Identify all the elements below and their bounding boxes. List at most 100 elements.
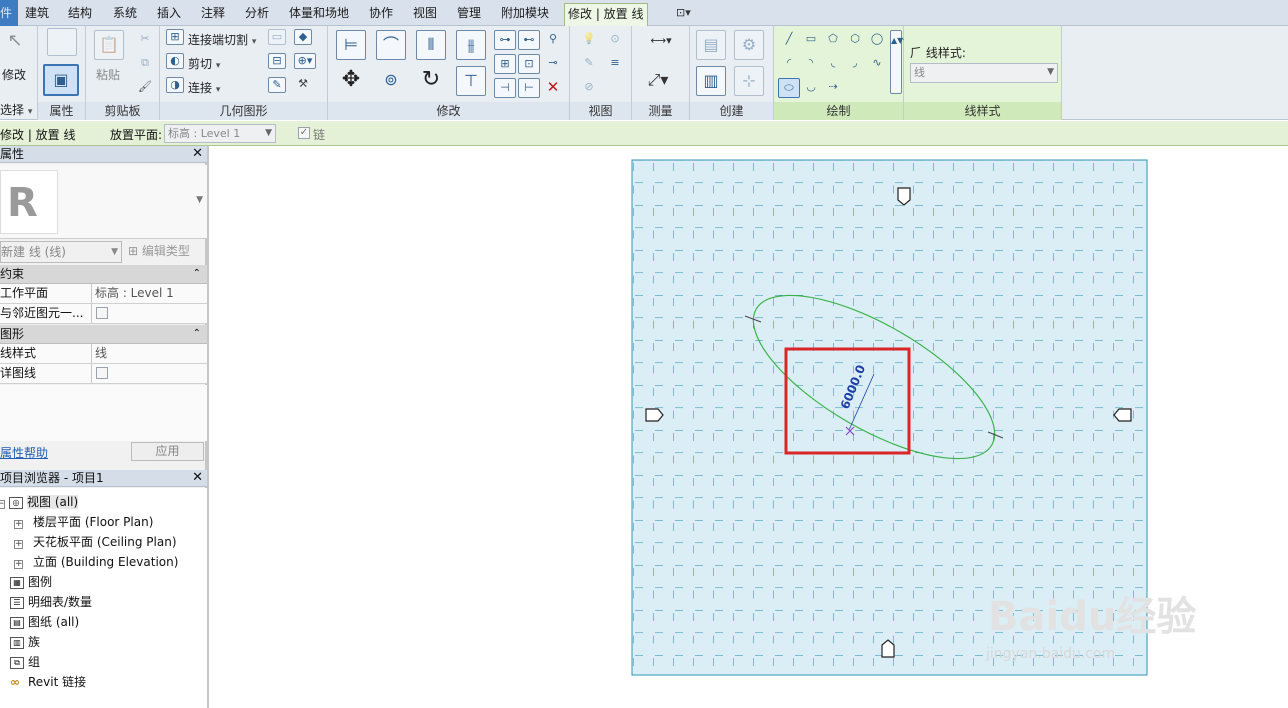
tab-annotate[interactable]: 注释 xyxy=(201,0,225,26)
expand-icon[interactable]: + xyxy=(14,520,23,529)
select-dropdown[interactable]: 选择 ▾ xyxy=(0,101,32,118)
join-geometry-button[interactable]: 连接 ▾ xyxy=(188,79,220,96)
start-end-arc-icon[interactable]: ◜ xyxy=(778,54,800,74)
prop-row[interactable]: 线样式线 xyxy=(0,344,207,364)
split-gap-icon[interactable]: ⊷ xyxy=(518,30,540,50)
center-ends-arc-icon[interactable]: ◝ xyxy=(800,54,822,74)
modify-label[interactable]: 修改 xyxy=(2,66,26,83)
tab-collaborate[interactable]: 协作 xyxy=(369,0,393,26)
tab-view[interactable]: 视图 xyxy=(413,0,437,26)
paste-icon[interactable]: 📋 xyxy=(94,30,124,60)
join-cut-icon[interactable]: ⊞ xyxy=(166,29,184,45)
unpin-icon[interactable]: ⊸ xyxy=(542,54,564,74)
prop-checkbox[interactable] xyxy=(96,367,108,379)
move-icon[interactable]: ✥ xyxy=(336,66,366,96)
tree-item-revit-links[interactable]: ∞ Revit 链接 xyxy=(10,672,217,692)
delete-icon[interactable]: ✕ xyxy=(542,78,564,98)
cut-icon[interactable]: ✂ xyxy=(134,30,156,50)
pin-icon[interactable]: ⚲ xyxy=(542,30,564,50)
group-constraints[interactable]: 约束 ⌃ xyxy=(0,265,207,284)
inscribed-polygon-icon[interactable]: ⬠ xyxy=(822,30,844,50)
expand-icon[interactable]: + xyxy=(14,560,23,569)
trim-extend-icon[interactable]: ⊤ xyxy=(456,66,486,96)
copy-icon[interactable]: ⧉ xyxy=(134,54,156,74)
tab-insert[interactable]: 插入 xyxy=(157,0,181,26)
tree-item-floor-plan[interactable]: + 楼层平面 (Floor Plan) xyxy=(14,512,221,532)
tab-architecture[interactable]: 建筑 xyxy=(25,0,49,26)
tab-massing-site[interactable]: 体量和场地 xyxy=(289,0,349,26)
contextual-dropdown[interactable]: ⊡▾ xyxy=(676,6,691,19)
type-dropdown-icon[interactable]: ▼ xyxy=(196,195,203,205)
cube-icon[interactable]: ◆ xyxy=(294,29,312,45)
aligned-dimension-icon[interactable]: ⤢▾ xyxy=(638,66,678,96)
create-assembly-icon[interactable]: ▤ xyxy=(696,30,726,60)
tree-item-elevation[interactable]: + 立面 (Building Elevation) xyxy=(14,552,221,572)
mirror-draw-icon[interactable]: ⫵ xyxy=(456,30,486,60)
tree-item-legends[interactable]: ▦ 图例 xyxy=(10,572,217,592)
linework-icon[interactable]: ≡ xyxy=(604,54,626,74)
tree-item-groups[interactable]: ⧉ 组 xyxy=(10,652,217,672)
type-selector[interactable]: 新建 线 (线) ▼ xyxy=(0,241,122,263)
tab-modify-place-line[interactable]: 修改 | 放置 线 xyxy=(564,3,648,26)
line-tool-icon[interactable]: ╱ xyxy=(778,30,800,50)
create-similar-icon[interactable]: ⊹ xyxy=(734,66,764,96)
trim-single-icon[interactable]: ⊢ xyxy=(518,78,540,98)
view-filter-icon[interactable]: ⊘ xyxy=(578,78,600,98)
cut-geometry-button[interactable]: 剪切 ▾ xyxy=(188,55,220,72)
collapse-icon[interactable]: − xyxy=(0,500,5,509)
scale-icon[interactable]: ⊡ xyxy=(518,54,540,74)
group-graphics[interactable]: 图形 ⌃ xyxy=(0,325,207,344)
collapse-icon[interactable]: ⌃ xyxy=(193,325,201,343)
pick-lines-icon[interactable]: ⇢ xyxy=(822,78,844,98)
demolish-icon[interactable]: ✎ xyxy=(268,77,286,93)
join-geometry-icon[interactable]: ◑ xyxy=(166,77,184,93)
tab-systems[interactable]: 系统 xyxy=(113,0,137,26)
override-graphics-icon[interactable]: ✎ xyxy=(578,54,600,74)
paste-label[interactable]: 粘贴 xyxy=(96,66,120,83)
offset-icon[interactable]: ⌒ xyxy=(376,30,406,60)
mirror-axis-icon[interactable]: ⫴ xyxy=(416,30,446,60)
paint-icon[interactable]: ⊕▾ xyxy=(294,53,316,69)
rectangle-tool-icon[interactable]: ▭ xyxy=(800,30,822,50)
split-face-icon[interactable]: ⊟ xyxy=(268,53,286,69)
tree-item-views[interactable]: − ◎ 视图 (all) xyxy=(0,492,207,512)
type-properties-icon[interactable] xyxy=(47,28,77,56)
properties-icon[interactable]: ▣ xyxy=(43,64,79,96)
type-preview[interactable]: R ▼ xyxy=(0,165,207,239)
create-group-icon[interactable]: ⚙ xyxy=(734,30,764,60)
circle-tool-icon[interactable]: ◯ xyxy=(866,30,888,50)
array-icon[interactable]: ⊞ xyxy=(494,54,516,74)
fillet-arc-icon[interactable]: ◞ xyxy=(844,54,866,74)
properties-help-link[interactable]: 属性帮助 xyxy=(0,444,48,461)
close-icon[interactable]: ✕ xyxy=(192,146,203,162)
circumscribed-polygon-icon[interactable]: ⬡ xyxy=(844,30,866,50)
hide-element-icon[interactable]: ⊙ xyxy=(604,30,626,50)
tab-structure[interactable]: 结构 xyxy=(68,0,92,26)
collapse-icon[interactable]: ⌃ xyxy=(193,265,201,283)
join-cut-button[interactable]: 连接端切割 ▾ xyxy=(188,31,256,48)
trim-multiple-icon[interactable]: ⊣ xyxy=(494,78,516,98)
expand-icon[interactable]: + xyxy=(14,540,23,549)
cut-geometry-icon[interactable]: ◐ xyxy=(166,53,184,69)
cursor-icon[interactable]: ↖ xyxy=(4,32,26,52)
tab-file[interactable]: 件 xyxy=(0,0,18,26)
copy-element-icon[interactable]: ⊚ xyxy=(376,66,406,96)
lightbulb-icon[interactable]: 💡 xyxy=(578,30,600,50)
apply-button[interactable]: 应用 xyxy=(131,442,204,461)
placement-plane-select[interactable]: 标高 : Level 1 ▼ xyxy=(164,124,276,143)
draw-gallery-scroll[interactable]: ▲▼▾ xyxy=(890,30,907,94)
edit-type-button[interactable]: ⊞ 编辑类型 xyxy=(128,241,204,263)
chain-checkbox[interactable]: ✓ xyxy=(298,127,310,139)
partial-ellipse-icon[interactable]: ◡ xyxy=(800,78,822,98)
spline-tool-icon[interactable]: ∿ xyxy=(866,54,888,74)
tab-manage[interactable]: 管理 xyxy=(457,0,481,26)
prop-checkbox[interactable] xyxy=(96,307,108,319)
create-parts-icon[interactable]: ▥ xyxy=(696,66,726,96)
prop-row[interactable]: 与邻近图元一... xyxy=(0,304,207,324)
tree-item-ceiling-plan[interactable]: + 天花板平面 (Ceiling Plan) xyxy=(14,532,221,552)
tree-item-families[interactable]: ▥ 族 xyxy=(10,632,217,652)
wall-joins-icon[interactable]: ▭ xyxy=(268,29,286,45)
ellipse-tool-icon[interactable]: ⬭ xyxy=(778,78,800,98)
rotate-icon[interactable]: ↻ xyxy=(416,66,446,96)
hammer-icon[interactable]: ⚒ xyxy=(294,77,312,93)
